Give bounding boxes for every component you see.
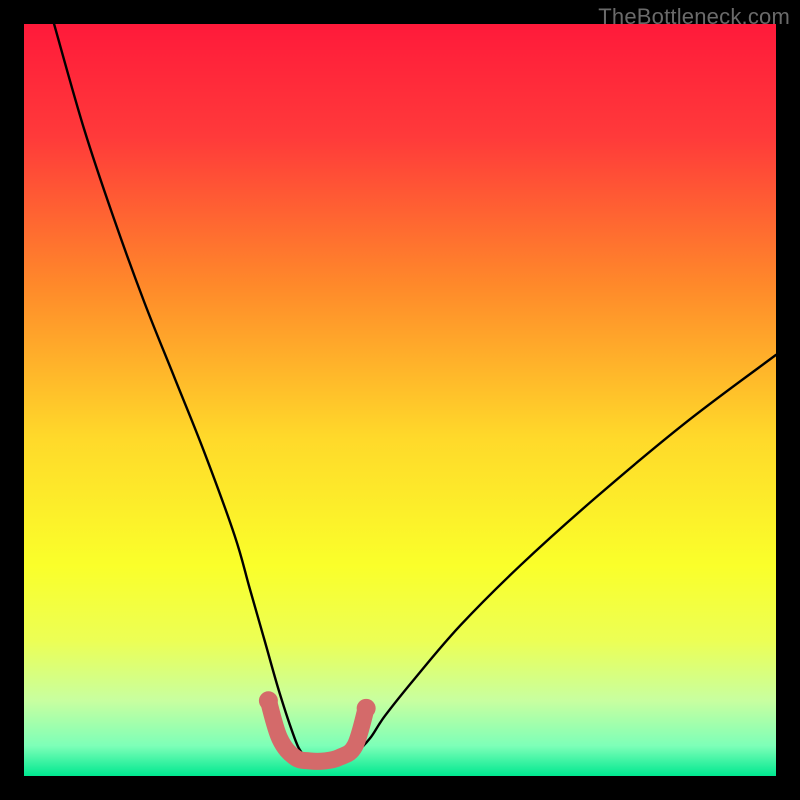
plot-area bbox=[24, 24, 776, 776]
optimal-band-endpoint bbox=[259, 691, 278, 710]
watermark-text: TheBottleneck.com bbox=[598, 4, 790, 30]
chart-frame: TheBottleneck.com bbox=[0, 0, 800, 800]
optimal-band-endpoint bbox=[357, 699, 376, 718]
plot-svg bbox=[24, 24, 776, 776]
gradient-background bbox=[24, 24, 776, 776]
